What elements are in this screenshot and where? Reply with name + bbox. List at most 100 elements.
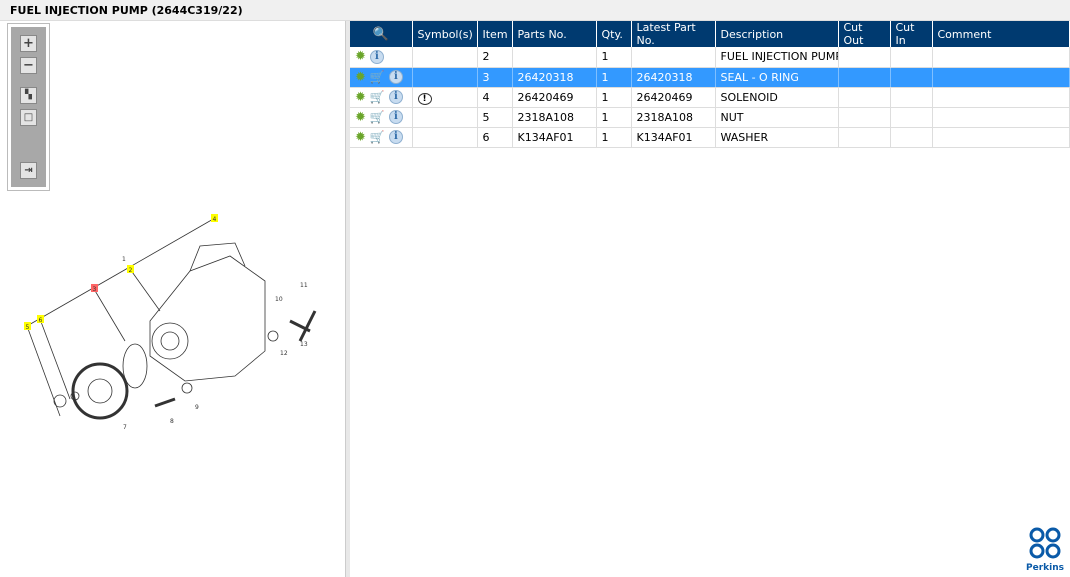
cut-in-cell bbox=[890, 127, 933, 148]
symbol-cell: ! bbox=[412, 87, 478, 108]
callout-11: 11 bbox=[300, 282, 308, 289]
gear-icon[interactable]: ✹ bbox=[355, 49, 366, 64]
gear-icon[interactable]: ✹ bbox=[355, 90, 366, 105]
perkins-logo: Perkins bbox=[1026, 526, 1064, 573]
parts-no-cell: 26420469 bbox=[512, 87, 597, 108]
callout-3: 3 bbox=[93, 286, 97, 293]
warning-bubble-icon: ! bbox=[417, 92, 432, 105]
symbol-cell bbox=[412, 47, 478, 68]
gear-icon[interactable]: ✹ bbox=[355, 130, 366, 145]
info-icon[interactable]: i bbox=[369, 49, 384, 64]
latest-part-no-cell bbox=[631, 47, 716, 68]
cut-in-cell bbox=[890, 67, 933, 88]
logo-text: Perkins bbox=[1026, 563, 1064, 573]
cart-icon[interactable]: 🛒 bbox=[370, 110, 385, 124]
table-row[interactable]: ✹ 🛒 i ! 4 26420469 1 26420469 SOLENOID bbox=[350, 87, 1070, 108]
comment-cell bbox=[932, 87, 1070, 108]
parts-table: 🔍 Symbol(s) Item Parts No. Qty. Latest P… bbox=[350, 21, 1070, 148]
table-row[interactable]: ✹ i 2 1 FUEL INJECTION PUMP bbox=[350, 47, 1070, 68]
cut-in-cell bbox=[890, 107, 933, 128]
cut-out-cell bbox=[838, 47, 891, 68]
column-header-parts-no[interactable]: Parts No. bbox=[512, 21, 597, 47]
qty-cell: 1 bbox=[596, 87, 632, 108]
parts-no-cell: 26420318 bbox=[512, 67, 597, 88]
item-cell: 5 bbox=[477, 107, 513, 128]
row-actions: ✹ 🛒 i bbox=[350, 127, 413, 148]
row-actions: ✹ 🛒 i bbox=[350, 87, 413, 108]
latest-part-no-cell: 26420469 bbox=[631, 87, 716, 108]
qty-cell: 1 bbox=[596, 107, 632, 128]
comment-cell bbox=[932, 107, 1070, 128]
description-cell: SEAL - O RING bbox=[715, 67, 839, 88]
cut-out-cell bbox=[838, 87, 891, 108]
info-icon[interactable]: i bbox=[388, 70, 403, 84]
table-row[interactable]: ✹ 🛒 i 6 K134AF01 1 K134AF01 WASHER bbox=[350, 127, 1070, 148]
column-header-symbols[interactable]: Symbol(s) bbox=[412, 21, 478, 47]
cart-icon[interactable]: 🛒 bbox=[370, 90, 385, 104]
comment-cell bbox=[932, 47, 1070, 68]
comment-cell bbox=[932, 67, 1070, 88]
qty-cell: 1 bbox=[596, 67, 632, 88]
item-cell: 3 bbox=[477, 67, 513, 88]
row-actions: ✹ 🛒 i bbox=[350, 67, 413, 88]
qty-cell: 1 bbox=[596, 127, 632, 148]
latest-part-no-cell: K134AF01 bbox=[631, 127, 716, 148]
info-icon[interactable]: i bbox=[388, 110, 403, 124]
callout-1: 1 bbox=[122, 256, 126, 263]
symbol-cell bbox=[412, 127, 478, 148]
column-header-qty[interactable]: Qty. bbox=[596, 21, 632, 47]
row-actions: ✹ 🛒 i bbox=[350, 107, 413, 128]
diagram-panel: + − ▚ □ ⇥ 4 2 3 6 5 1 7 8 9 10 11 12 13 bbox=[0, 21, 346, 577]
table-row[interactable]: ✹ 🛒 i 3 26420318 1 26420318 SEAL - O RING bbox=[350, 67, 1070, 88]
exploded-diagram: 4 2 3 6 5 1 7 8 9 10 11 12 13 bbox=[24, 214, 317, 431]
item-cell: 4 bbox=[477, 87, 513, 108]
description-cell: FUEL INJECTION PUMP bbox=[715, 47, 839, 68]
callout-13: 13 bbox=[300, 341, 308, 348]
symbol-cell bbox=[412, 67, 478, 88]
cut-out-cell bbox=[838, 127, 891, 148]
callout-2: 2 bbox=[129, 267, 133, 274]
table-row[interactable]: ✹ 🛒 i 5 2318A108 1 2318A108 NUT bbox=[350, 107, 1070, 128]
info-icon[interactable]: i bbox=[388, 90, 403, 104]
callout-6: 6 bbox=[39, 317, 43, 324]
qty-cell: 1 bbox=[596, 47, 632, 68]
symbol-cell bbox=[412, 107, 478, 128]
callout-8: 8 bbox=[170, 418, 174, 425]
column-header-cut-in[interactable]: Cut In bbox=[890, 21, 933, 47]
column-header-item[interactable]: Item bbox=[477, 21, 513, 47]
cut-out-cell bbox=[838, 67, 891, 88]
gear-icon[interactable]: ✹ bbox=[355, 110, 366, 125]
description-cell: SOLENOID bbox=[715, 87, 839, 108]
column-header-latest-part-no[interactable]: Latest Part No. bbox=[631, 21, 716, 47]
row-actions: ✹ i bbox=[350, 47, 413, 68]
callout-10: 10 bbox=[275, 296, 283, 303]
cart-icon[interactable]: 🛒 bbox=[370, 130, 385, 144]
cut-in-cell bbox=[890, 87, 933, 108]
callout-9: 9 bbox=[195, 404, 199, 411]
cut-out-cell bbox=[838, 107, 891, 128]
cut-in-cell bbox=[890, 47, 933, 68]
callout-4: 4 bbox=[213, 216, 217, 223]
item-cell: 6 bbox=[477, 127, 513, 148]
page-title: FUEL INJECTION PUMP (2644C319/22) bbox=[0, 0, 1070, 21]
search-icon[interactable]: 🔍 bbox=[373, 27, 389, 42]
callout-12: 12 bbox=[280, 350, 288, 357]
parts-no-cell bbox=[512, 47, 597, 68]
search-column-header[interactable]: 🔍 bbox=[350, 21, 413, 47]
column-header-cut-out[interactable]: Cut Out bbox=[838, 21, 891, 47]
callout-7: 7 bbox=[123, 424, 127, 431]
description-cell: WASHER bbox=[715, 127, 839, 148]
latest-part-no-cell: 26420318 bbox=[631, 67, 716, 88]
column-header-description[interactable]: Description bbox=[715, 21, 839, 47]
info-icon[interactable]: i bbox=[388, 130, 403, 144]
callout-5: 5 bbox=[26, 324, 30, 331]
parts-no-cell: 2318A108 bbox=[512, 107, 597, 128]
item-cell: 2 bbox=[477, 47, 513, 68]
parts-no-cell: K134AF01 bbox=[512, 127, 597, 148]
gear-icon[interactable]: ✹ bbox=[355, 70, 366, 85]
latest-part-no-cell: 2318A108 bbox=[631, 107, 716, 128]
cart-icon[interactable]: 🛒 bbox=[370, 70, 385, 84]
column-header-comment[interactable]: Comment bbox=[932, 21, 1070, 47]
comment-cell bbox=[932, 127, 1070, 148]
description-cell: NUT bbox=[715, 107, 839, 128]
